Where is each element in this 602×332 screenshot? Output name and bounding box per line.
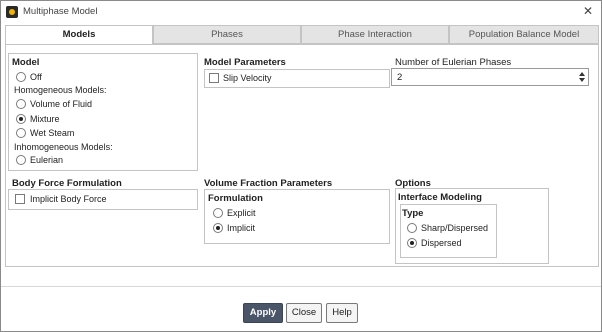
wet-steam-radio[interactable] [16, 128, 26, 138]
explicit-label: Explicit [227, 208, 256, 218]
model-group [8, 53, 198, 171]
dispersed-radio[interactable] [407, 238, 417, 248]
model-title: Model [12, 57, 40, 68]
slip-velocity-checkbox[interactable] [209, 73, 219, 83]
inhomogeneous-models-label: Inhomogeneous Models: [14, 142, 113, 152]
help-button[interactable]: Help [326, 303, 358, 323]
homogeneous-models-label: Homogeneous Models: [14, 85, 107, 95]
eulerian-radio[interactable] [16, 155, 26, 165]
tab-bar: Models Phases Phase Interaction Populati… [5, 25, 599, 45]
footer-divider [1, 286, 601, 287]
tab-phase-interaction[interactable]: Phase Interaction [301, 25, 449, 44]
formulation-title: Formulation [208, 193, 263, 204]
implicit-body-force-checkbox[interactable] [15, 194, 25, 204]
mixture-radio[interactable] [16, 114, 26, 124]
close-icon[interactable]: ✕ [581, 4, 595, 18]
interface-modeling-title: Interface Modeling [398, 192, 482, 203]
window-title: Multiphase Model [23, 6, 98, 17]
tab-models[interactable]: Models [5, 25, 153, 45]
mixture-label: Mixture [30, 114, 60, 124]
close-button[interactable]: Close [286, 303, 322, 323]
model-off-label: Off [30, 72, 42, 82]
body-force-title: Body Force Formulation [12, 178, 122, 189]
eulerian-phases-spinner[interactable]: 2 [391, 68, 589, 86]
eulerian-label: Eulerian [30, 155, 64, 165]
tab-population-balance-model[interactable]: Population Balance Model [449, 25, 599, 44]
implicit-body-force-label: Implicit Body Force [30, 194, 107, 204]
wet-steam-label: Wet Steam [30, 128, 75, 138]
implicit-label: Implicit [227, 223, 256, 233]
volume-of-fluid-label: Volume of Fluid [30, 99, 93, 109]
spinner-down-icon[interactable] [579, 78, 585, 82]
spinner-up-icon[interactable] [579, 72, 585, 76]
sharp-dispersed-radio[interactable] [407, 223, 417, 233]
tab-phases[interactable]: Phases [153, 25, 301, 44]
eulerian-phases-title: Number of Eulerian Phases [395, 57, 512, 68]
volume-of-fluid-radio[interactable] [16, 99, 26, 109]
slip-velocity-label: Slip Velocity [223, 73, 272, 83]
model-parameters-title: Model Parameters [204, 57, 286, 68]
model-off-radio[interactable] [16, 72, 26, 82]
dispersed-label: Dispersed [421, 238, 462, 248]
sharp-dispersed-label: Sharp/Dispersed [421, 223, 489, 233]
apply-button[interactable]: Apply [243, 303, 283, 323]
type-title: Type [402, 208, 424, 219]
title-bar: Multiphase Model ✕ [1, 1, 601, 23]
app-logo-icon [6, 6, 18, 18]
multiphase-model-dialog: Multiphase Model ✕ Models Phases Phase I… [0, 0, 602, 332]
volume-fraction-title: Volume Fraction Parameters [204, 178, 333, 189]
eulerian-phases-value: 2 [397, 72, 403, 83]
implicit-radio[interactable] [213, 223, 223, 233]
explicit-radio[interactable] [213, 208, 223, 218]
